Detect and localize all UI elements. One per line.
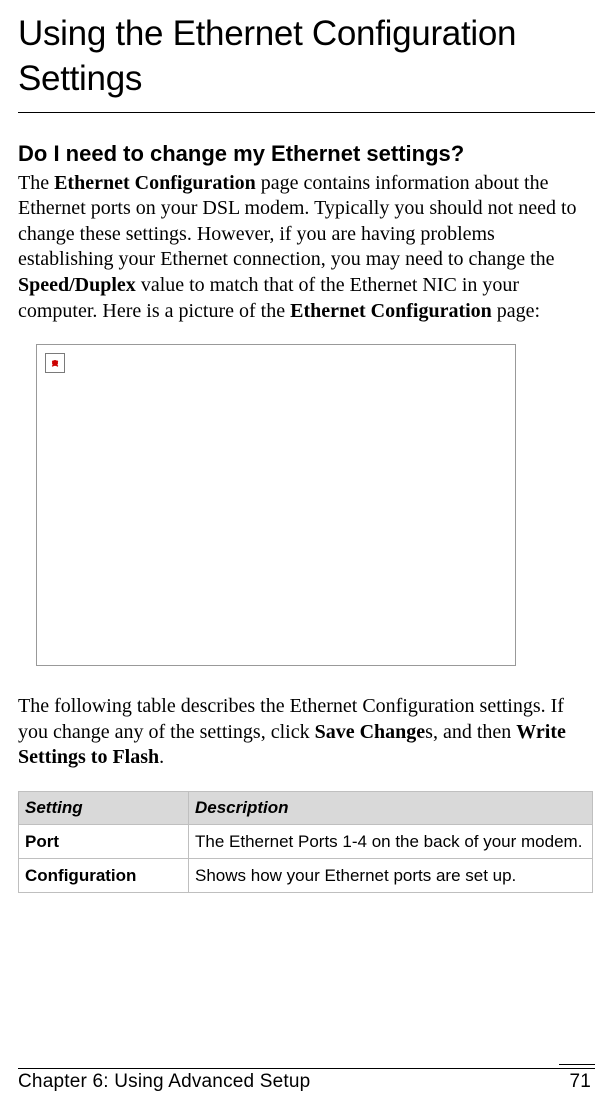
broken-image-icon: × [45,353,65,373]
footer-rule [18,1068,595,1069]
table-intro-paragraph: The following table describes the Ethern… [18,694,595,771]
table-row: Configuration Shows how your Ethernet po… [19,859,593,893]
table-row: Port The Ethernet Ports 1-4 on the back … [19,824,593,858]
bold-ethernet-config-2: Ethernet Configuration [290,300,492,322]
cell-setting: Configuration [19,859,189,893]
header-description: Description [189,791,593,824]
cell-description: The Ethernet Ports 1-4 on the back of yo… [189,824,593,858]
intro-paragraph: The Ethernet Configuration page contains… [18,171,595,325]
section-heading: Do I need to change my Ethernet settings… [18,141,595,167]
footer-rule-short [559,1064,595,1065]
page-footer: Chapter 6: Using Advanced Setup 71 [18,1064,595,1094]
text: s, and then [425,721,516,743]
settings-table: Setting Description Port The Ethernet Po… [18,791,593,894]
table-header-row: Setting Description [19,791,593,824]
text: . [159,746,164,768]
cell-description: Shows how your Ethernet ports are set up… [189,859,593,893]
bold-speed-duplex: Speed/Duplex [18,274,136,296]
footer-page-number: 71 [569,1071,595,1093]
header-setting: Setting [19,791,189,824]
text: page: [492,300,540,322]
bold-save-change: Save Change [315,721,426,743]
ethernet-config-screenshot-placeholder: × [36,344,516,666]
cell-setting: Port [19,824,189,858]
text: The [18,172,54,194]
footer-chapter: Chapter 6: Using Advanced Setup [18,1071,310,1093]
page-title: Using the Ethernet Configuration Setting… [18,12,595,102]
bold-ethernet-config: Ethernet Configuration [54,172,256,194]
title-rule [18,112,595,113]
